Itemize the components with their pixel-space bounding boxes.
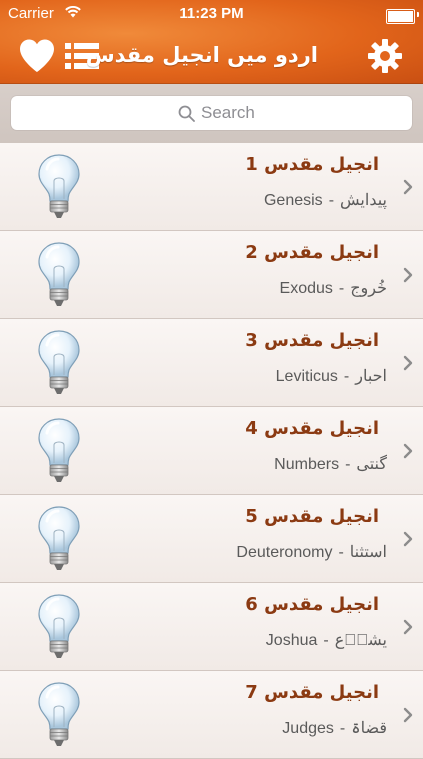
separator: -: [338, 544, 344, 561]
lightbulb-icon: [38, 682, 80, 746]
chevron-right-icon: [403, 267, 413, 283]
book-title: انجیل مقدس 7: [245, 682, 379, 703]
separator: -: [328, 192, 335, 209]
lightbulb-icon: [38, 594, 80, 658]
book-title: انجیل مقدس 4: [245, 418, 379, 439]
separator: -: [343, 368, 350, 385]
book-subtitle: یشوؔع-Joshua: [266, 630, 387, 650]
status-bar: Carrier 11:23 PM: [0, 0, 423, 30]
book-name-urdu: قضاۃ: [351, 720, 387, 737]
book-subtitle: خُروج-Exodus: [280, 278, 387, 298]
separator: -: [345, 456, 351, 473]
list-item[interactable]: انجیل مقدس 1 پیدایش-Genesis: [0, 143, 423, 231]
search-icon: [178, 105, 195, 122]
list-item[interactable]: انجیل مقدس 5 استثنا-Deuteronomy: [0, 495, 423, 583]
lightbulb-icon: [38, 506, 80, 570]
book-title: انجیل مقدس 5: [245, 506, 379, 527]
separator: -: [338, 280, 345, 297]
book-name-english: Judges: [282, 720, 334, 737]
book-title: انجیل مقدس 6: [245, 594, 379, 615]
book-name-english: Deuteronomy: [236, 544, 333, 561]
book-name-urdu: گنتی: [356, 456, 387, 473]
chevron-right-icon: [403, 531, 413, 547]
heart-icon[interactable]: [18, 38, 56, 74]
book-subtitle: گنتی-Numbers: [274, 454, 387, 474]
clock: 11:23 PM: [179, 5, 244, 22]
chevron-right-icon: [403, 355, 413, 371]
book-subtitle: قضاۃ-Judges: [282, 718, 387, 738]
separator: -: [323, 632, 329, 649]
book-name-english: Numbers: [274, 456, 340, 473]
list-item[interactable]: انجیل مقدس 2 خُروج-Exodus: [0, 231, 423, 319]
search-input[interactable]: [201, 96, 401, 130]
book-subtitle: پیدایش-Genesis: [264, 190, 387, 210]
list-item[interactable]: انجیل مقدس 7 قضاۃ-Judges: [0, 671, 423, 759]
chevron-right-icon: [403, 707, 413, 723]
book-name-english: Joshua: [265, 632, 318, 649]
book-name-urdu: یشوؔع: [334, 632, 387, 649]
battery-icon: [386, 9, 415, 24]
separator: -: [339, 720, 346, 737]
nav-bar: اردو میں انجیل مقدس: [0, 30, 423, 84]
lightbulb-icon: [38, 330, 80, 394]
list-item[interactable]: انجیل مقدس 4 گنتی-Numbers: [0, 407, 423, 495]
list-item[interactable]: انجیل مقدس 3 احبار-Leviticus: [0, 319, 423, 407]
lightbulb-icon: [38, 418, 80, 482]
chevron-right-icon: [403, 619, 413, 635]
search-bar: [0, 84, 423, 144]
book-name-urdu: پیدایش: [340, 192, 387, 209]
book-subtitle: استثنا-Deuteronomy: [236, 542, 387, 562]
book-name-urdu: استثنا: [349, 544, 387, 561]
book-title: انجیل مقدس 2: [245, 242, 379, 263]
book-name-english: Leviticus: [275, 368, 338, 385]
page-title: اردو میں انجیل مقدس: [85, 43, 318, 67]
chevron-right-icon: [403, 443, 413, 459]
list-item[interactable]: انجیل مقدس 6 یشوؔع-Joshua: [0, 583, 423, 671]
app-header: Carrier 11:23 PM اردو میں انجیل مقدس: [0, 0, 423, 84]
book-name-english: Exodus: [279, 280, 333, 297]
book-title: انجیل مقدس 1: [245, 154, 379, 175]
lightbulb-icon: [38, 242, 80, 306]
gear-icon[interactable]: [367, 38, 403, 74]
book-name-english: Genesis: [263, 192, 323, 209]
book-list: انجیل مقدس 1 پیدایش-Genesis انجیل مقدس 2…: [0, 143, 423, 759]
book-title: انجیل مقدس 3: [245, 330, 379, 351]
lightbulb-icon: [38, 154, 80, 218]
book-name-urdu: خُروج: [350, 280, 387, 297]
chevron-right-icon: [403, 179, 413, 195]
battery-tip: [417, 12, 419, 17]
book-subtitle: احبار-Leviticus: [276, 366, 387, 386]
book-name-urdu: احبار: [355, 368, 387, 385]
search-field[interactable]: [11, 96, 412, 130]
